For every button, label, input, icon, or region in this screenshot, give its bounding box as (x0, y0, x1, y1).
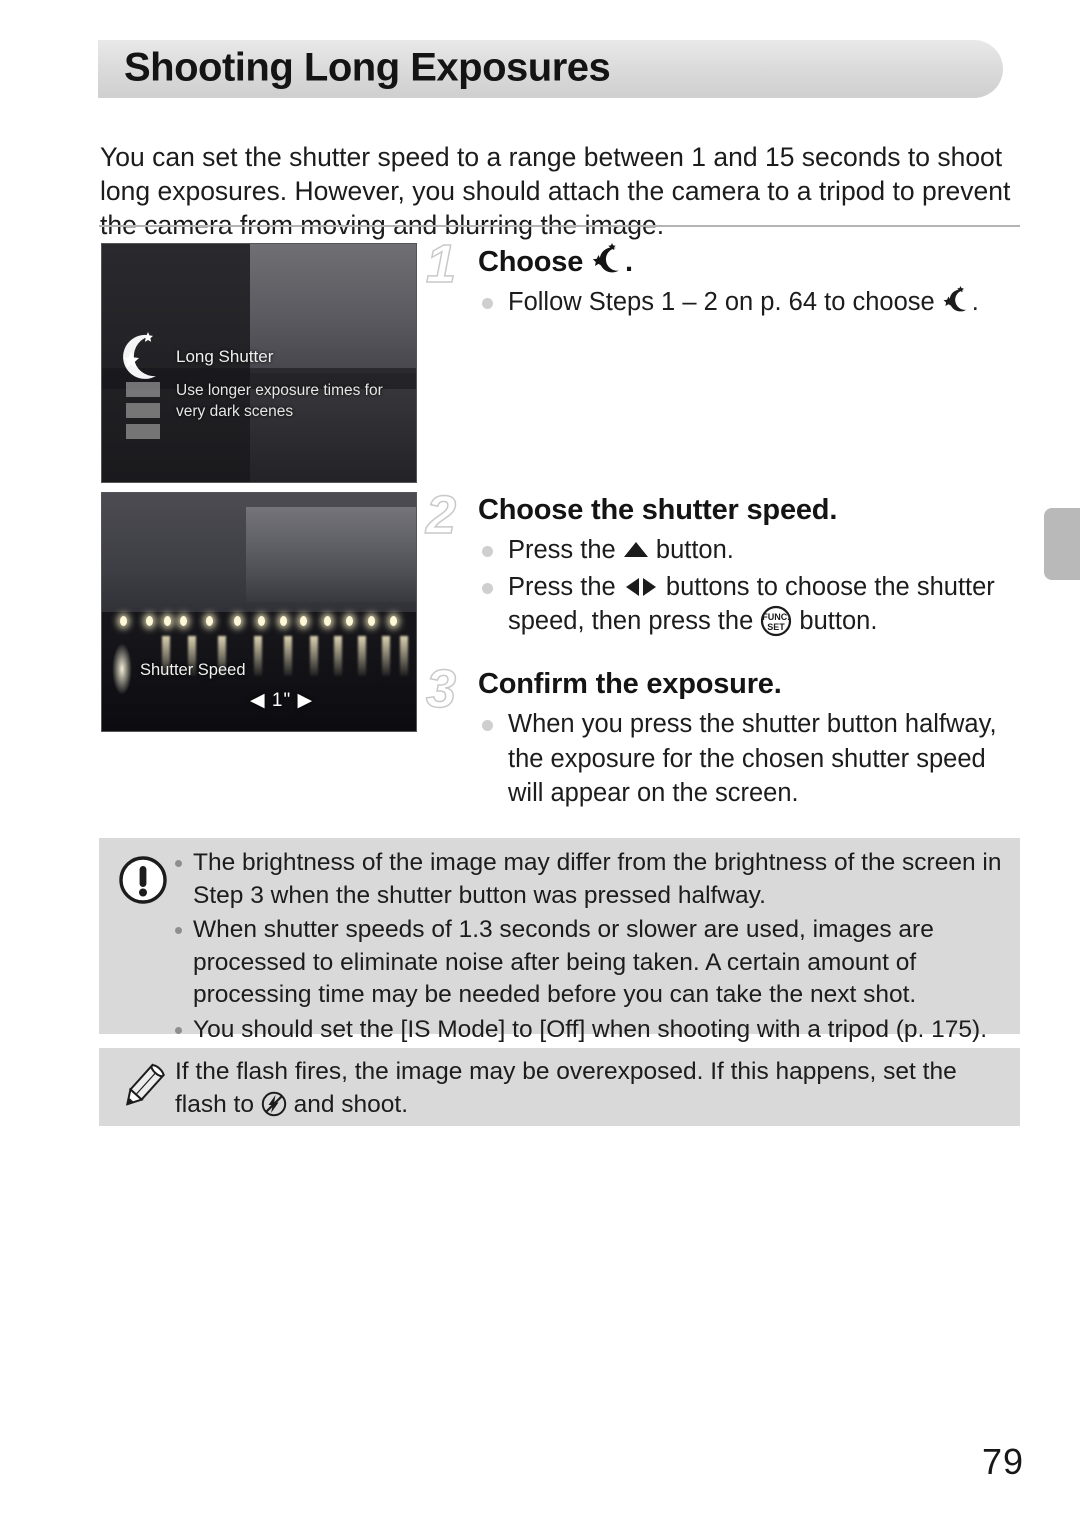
tip-text-post: and shoot. (286, 1091, 409, 1118)
page-header-banner: Shooting Long Exposures (98, 40, 1003, 98)
step-2-bullet-2-post: button. (792, 607, 878, 635)
step-1: 1 Choose . Follow Steps 1 – 2 on p. 64 t… (425, 236, 1022, 361)
step-1-body: Follow Steps 1 – 2 on p. 64 to choose . (478, 285, 1022, 320)
step-2-number: 2 (425, 485, 457, 545)
screen2-shutter-speed-label: Shutter Speed (140, 661, 246, 679)
step-1-bullet-1-suffix: . (971, 288, 979, 316)
step-1-heading: Choose . (478, 243, 1022, 279)
instruction-steps: 1 Choose . Follow Steps 1 – 2 on p. 64 t… (425, 236, 1022, 818)
svg-text:SET: SET (768, 622, 786, 632)
step-2-bullet-1: Press the button. (478, 533, 1022, 568)
camera-screenshot-long-shutter: Long Shutter Use longer exposure times f… (101, 243, 417, 483)
step-1-bullet-1: Follow Steps 1 – 2 on p. 64 to choose . (478, 285, 1022, 320)
pencil-icon (113, 1056, 173, 1116)
exclamation-circle-icon (113, 850, 173, 910)
step-3-bullet-1: When you press the shutter button halfwa… (478, 707, 1022, 811)
star-moon-icon (591, 243, 625, 273)
screen2-city-lights (102, 615, 416, 633)
step-2-bullet-2: Press the buttons to choose the shutter … (478, 570, 1022, 639)
caution-item: The brightness of the image may differ f… (175, 847, 1004, 912)
step-2-bullet-1-post: button. (648, 536, 734, 564)
page-title: Shooting Long Exposures (124, 45, 611, 90)
screen2-sky-glow (246, 507, 416, 603)
step-2-heading: Choose the shutter speed. (478, 494, 838, 526)
step-2-body: Press the button. Press the buttons to c… (478, 533, 1022, 639)
step-2-bullet-1-pre: Press the (508, 536, 623, 564)
step-3-heading: Confirm the exposure. (478, 668, 782, 700)
caution-item: You should set the [IS Mode] to [Off] wh… (175, 1014, 1004, 1047)
step-1-heading-text: Choose (478, 246, 591, 278)
svg-text:FUNC.: FUNC. (763, 612, 791, 622)
step-2-bullet-2-pre: Press the (508, 572, 623, 601)
step-3-body: When you press the shutter button halfwa… (478, 707, 1022, 811)
tip-text: If the flash fires, the image may be ove… (99, 1048, 1020, 1121)
chapter-tab-marker (1044, 508, 1080, 580)
section-divider (99, 225, 1020, 227)
step-1-number: 1 (425, 234, 457, 294)
star-moon-icon (122, 332, 164, 386)
left-right-arrow-icon (623, 573, 659, 596)
page-number: 79 (981, 1441, 1024, 1482)
step-3-number: 3 (425, 659, 457, 719)
caution-box: The brightness of the image may differ f… (99, 838, 1020, 1043)
caution-list: The brightness of the image may differ f… (99, 838, 1020, 1046)
up-arrow-icon (623, 534, 649, 557)
screen1-mode-description: Use longer exposure times for very dark … (176, 382, 383, 420)
step-1-bullet-1-text: Follow Steps 1 – 2 on p. 64 to choose (508, 288, 942, 316)
screen2-foreground-glow (112, 643, 132, 695)
func-set-icon: FUNC. SET (760, 605, 792, 637)
caution-item: When shutter speeds of 1.3 seconds or sl… (175, 914, 1004, 1012)
screen2-shutter-speed-value: ◀ 1" ▶ (250, 690, 314, 711)
screen1-mode-thumbnails (126, 382, 162, 439)
step-3: 3 Confirm the exposure. When you press t… (425, 661, 1022, 818)
flash-off-icon (261, 1091, 287, 1117)
tip-box: If the flash fires, the image may be ove… (99, 1048, 1020, 1126)
screen1-mode-label: Long Shutter (176, 347, 274, 366)
step-2: 2 Choose the shutter speed. Press the bu… (425, 487, 1022, 650)
step-1-heading-suffix: . (625, 246, 633, 278)
star-moon-icon (942, 286, 972, 312)
camera-screenshot-shutter-speed: Shutter Speed ◀ 1" ▶ (101, 492, 417, 732)
